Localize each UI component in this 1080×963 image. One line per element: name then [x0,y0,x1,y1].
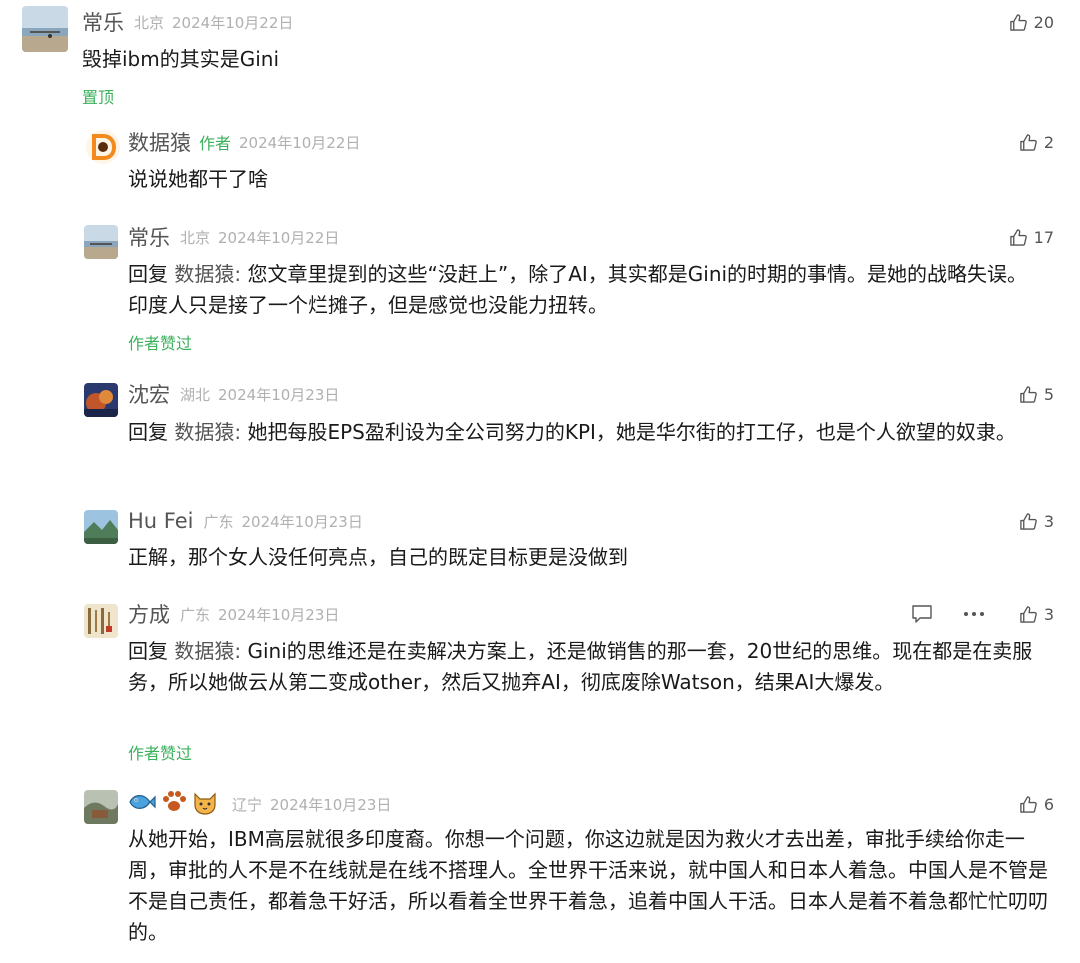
comment-date: 2024年10月23日 [241,512,363,531]
reply-body: 您文章里提到的这些“没赶上”，除了AI，其实都是Gini的时期的事情。是她的战略… [128,262,1028,317]
thumbs-up-icon [1019,133,1038,152]
like-button[interactable]: 6 [1019,789,1054,819]
comment-date: 2024年10月23日 [270,795,392,814]
thumbs-up-icon [1019,512,1038,531]
avatar[interactable] [22,6,68,52]
reply-button[interactable] [911,599,933,629]
pinned-badge: 置顶 [82,88,115,107]
like-count: 3 [1043,511,1054,531]
user-name[interactable]: 常乐 [128,222,170,252]
like-button[interactable]: 3 [1019,599,1054,629]
like-button[interactable]: 20 [1009,7,1054,37]
comment-icon [912,605,932,623]
comment-item: 常乐 北京 2024年10月22日 17 回复 数据猿: 您文章里提到的这些“没… [0,206,1080,366]
avatar[interactable] [84,225,118,259]
user-name[interactable]: Hu Fei [128,509,193,533]
comment-text: 回复 数据猿: 您文章里提到的这些“没赶上”，除了AI，其实都是Gini的时期的… [128,259,1043,321]
avatar[interactable] [84,604,118,638]
like-count: 2 [1043,132,1054,152]
comment-text: 正解，那个女人没任何亮点，自己的既定目标更是没做到 [128,545,628,569]
reply-body: Gini的思维还是在卖解决方案上，还是做销售的那一套，20世纪的思维。现在都是在… [128,639,1033,694]
like-count: 17 [1033,227,1054,247]
avatar[interactable] [84,510,118,544]
like-button[interactable]: 2 [1019,127,1054,157]
author-liked-badge: 作者赞过 [128,334,193,353]
user-name[interactable]: 方成 [128,599,170,629]
user-location: 广东 [203,512,234,531]
thumbs-up-icon [1019,385,1038,404]
thumbs-up-icon [1019,605,1038,624]
reply-to-user[interactable]: 数据猿: [174,262,241,286]
comment-date: 2024年10月22日 [239,133,361,152]
comment-date: 2024年10月22日 [172,13,294,32]
avatar[interactable] [86,130,120,164]
thumbs-up-icon [1009,228,1028,247]
comment-item: 辽宁 2024年10月23日 6 从她开始，IBM高层就很多印度裔。你想一个问题… [0,774,1080,963]
like-button[interactable]: 17 [1009,222,1054,252]
like-count: 5 [1043,384,1054,404]
user-location: 北京 [180,228,211,247]
comment-item: 常乐 北京 2024年10月22日 20 毁掉ibm的其实是Gini 置顶 [0,0,1080,110]
more-options-button[interactable] [962,599,986,629]
user-name[interactable]: 沈宏 [128,379,170,409]
user-name[interactable]: 常乐 [82,7,124,37]
reply-to-user[interactable]: 数据猿: [174,639,241,663]
comment-date: 2024年10月23日 [218,385,340,404]
reply-prefix: 回复 [128,262,168,286]
comment-text: 回复 数据猿: 她把每股EPS盈利设为全公司努力的KPI，她是华尔街的打工仔，也… [128,417,1053,448]
user-name[interactable]: 数据猿 [128,127,191,157]
user-location: 北京 [134,13,165,32]
like-count: 6 [1043,794,1054,814]
thumbs-up-icon [1019,795,1038,814]
fish-icon [128,790,156,818]
like-count: 20 [1033,12,1054,32]
comment-item: Hu Fei 广东 2024年10月23日 3 正解，那个女人没任何亮点，自己的… [0,494,1080,590]
like-button[interactable]: 3 [1019,506,1054,536]
user-location: 辽宁 [232,795,263,814]
user-location: 湖北 [180,385,211,404]
comment-text: 说说她都干了啥 [128,167,268,191]
comment-text: 从她开始，IBM高层就很多印度裔。你想一个问题，你这边就是因为救火才去出差，审批… [128,827,1048,944]
reply-to-user[interactable]: 数据猿: [174,420,241,444]
like-button[interactable]: 5 [1019,379,1054,409]
cat-icon [192,789,218,819]
comment-text: 毁掉ibm的其实是Gini [82,47,280,71]
reply-prefix: 回复 [128,639,168,663]
thumbs-up-icon [1009,13,1028,32]
more-icon [964,612,984,616]
comment-item: 数据猿 作者 2024年10月22日 2 说说她都干了啥 [0,110,1080,206]
avatar[interactable] [84,790,118,824]
reply-body: 她把每股EPS盈利设为全公司努力的KPI，她是华尔街的打工仔，也是个人欲望的奴隶… [241,420,1016,444]
comment-date: 2024年10月22日 [218,228,340,247]
reply-prefix: 回复 [128,420,168,444]
comment-item: 方成 广东 2024年10月23日 3 回复 数据猿: Gini的思维还是在卖解… [0,590,1080,774]
comment-date: 2024年10月23日 [218,605,340,624]
author-tag: 作者 [199,134,232,153]
avatar[interactable] [84,383,118,417]
comment-text: 回复 数据猿: Gini的思维还是在卖解决方案上，还是做销售的那一套，20世纪的… [128,636,1053,698]
user-location: 广东 [180,605,211,624]
author-liked-badge: 作者赞过 [128,744,193,763]
paw-icon [160,789,188,819]
like-count: 3 [1043,604,1054,624]
comment-item: 沈宏 湖北 2024年10月23日 5 回复 数据猿: 她把每股EPS盈利设为全… [0,366,1080,494]
